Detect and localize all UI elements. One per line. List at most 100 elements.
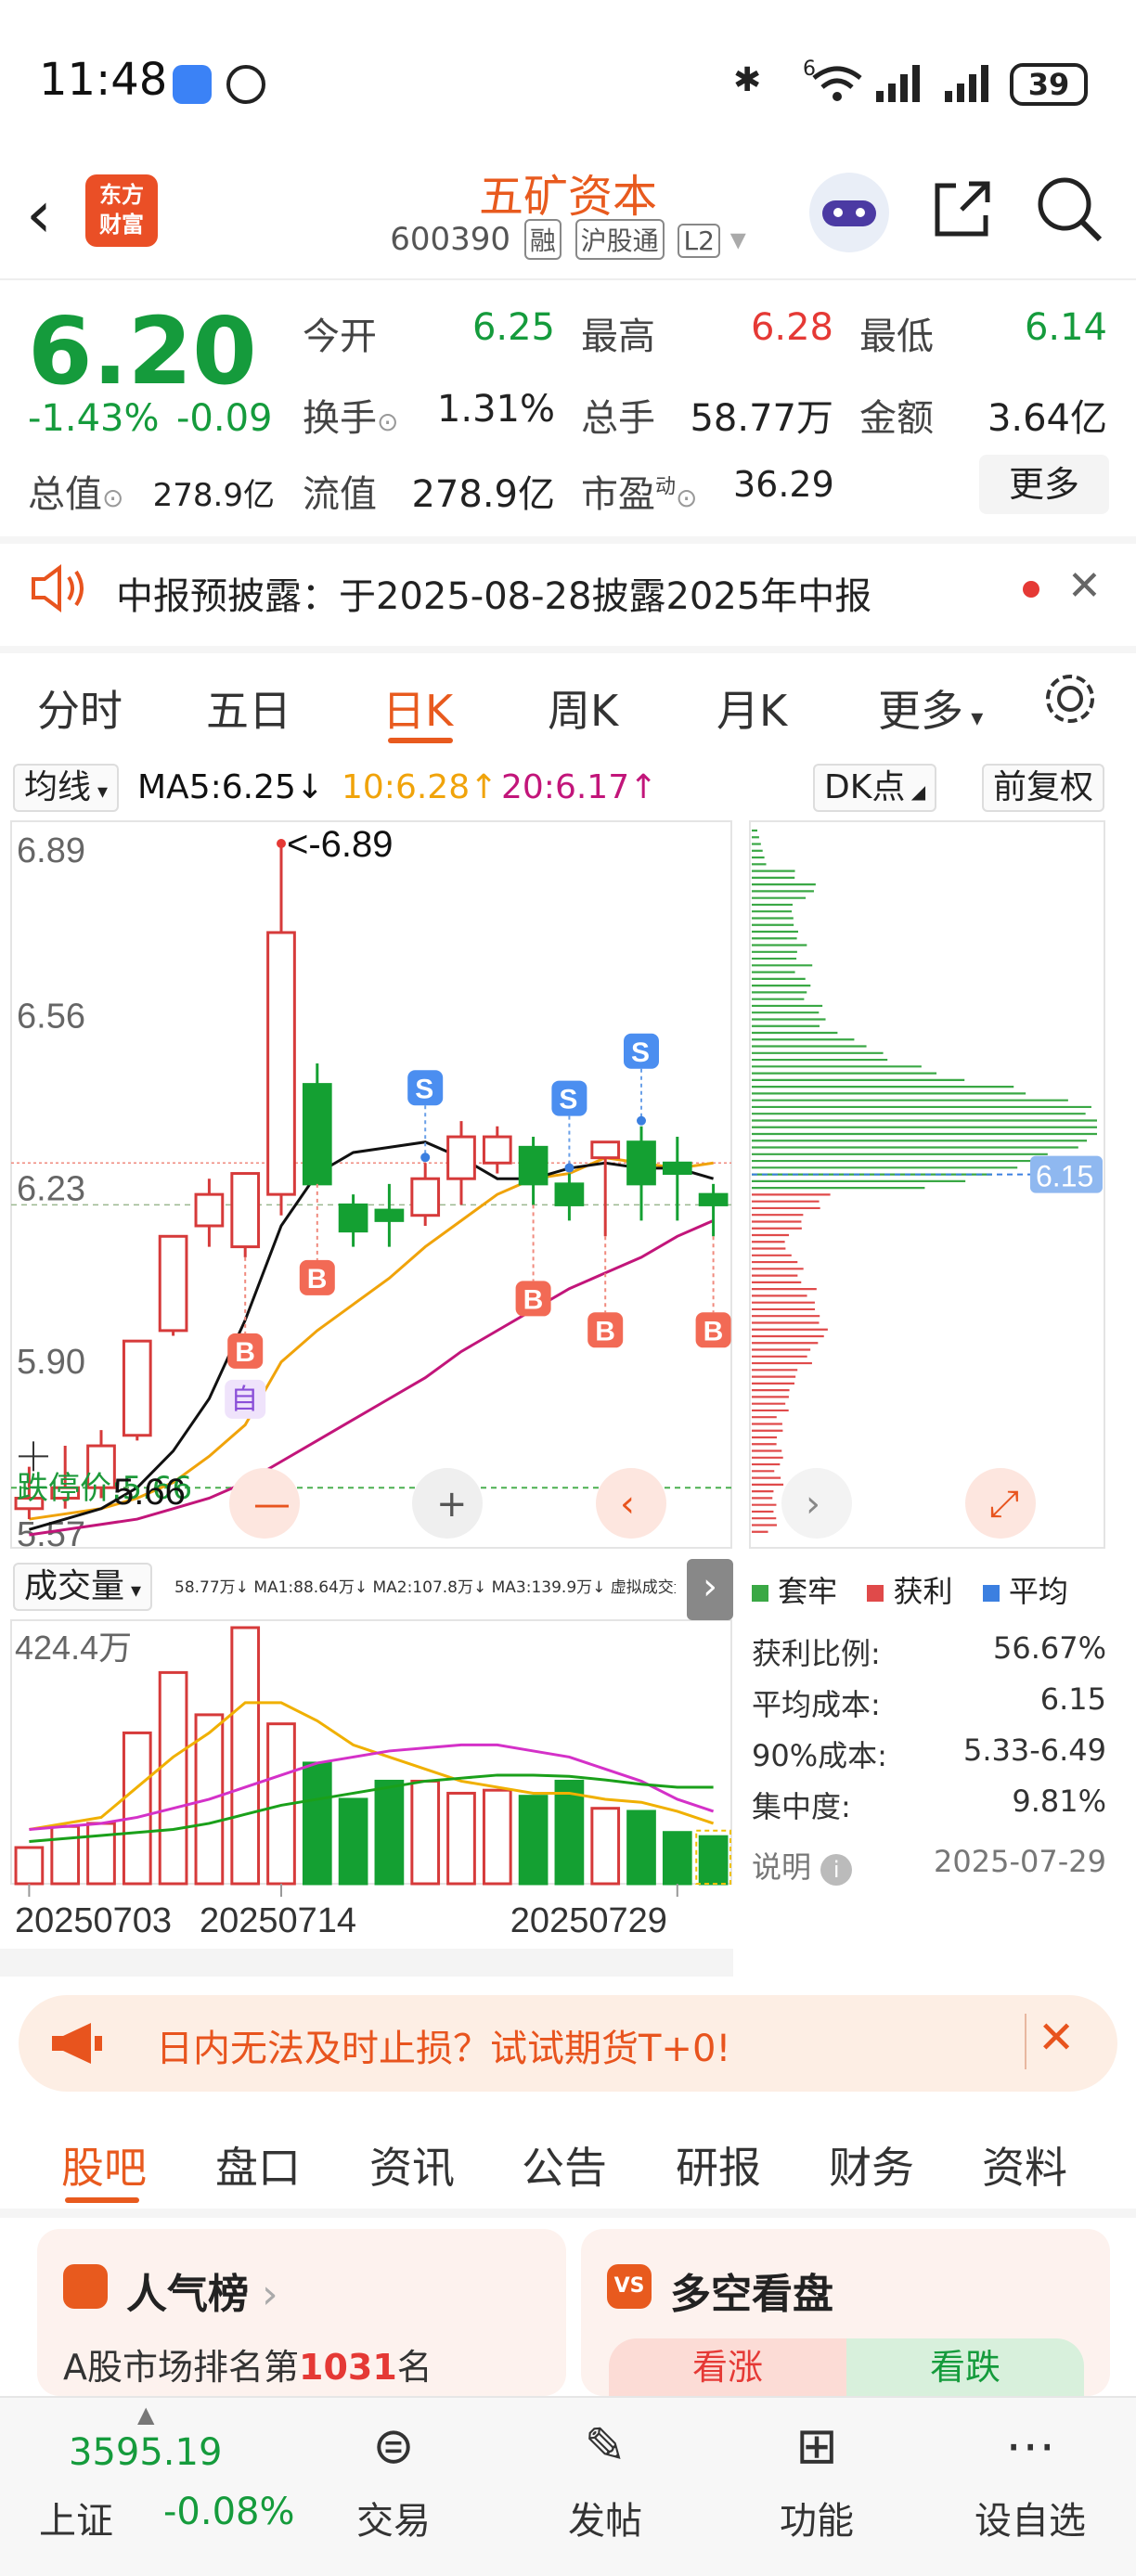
tab-five-day[interactable]: 五日	[206, 677, 291, 739]
popularity-card[interactable]: 人气榜 › A股市场排名第1031名	[37, 2229, 566, 2396]
tab-weekly-k[interactable]: 周K	[548, 677, 618, 739]
nav-post[interactable]: 发帖	[531, 2491, 679, 2544]
y-tick-label: 5.90	[17, 1343, 85, 1382]
volume-bar	[664, 1833, 691, 1884]
fullscreen-button-glyph: ⤢	[989, 1483, 1019, 1526]
tab-intraday[interactable]: 分时	[37, 677, 123, 739]
popularity-rank-text: A股市场排名第1031名	[63, 2338, 432, 2389]
expand-panel-button[interactable]: ›	[687, 1559, 733, 1620]
bear-button[interactable]: 看跌	[846, 2338, 1084, 2396]
concentration-label: 集中度:	[752, 1784, 851, 1826]
candle-body	[664, 1163, 691, 1173]
tab-more[interactable]: 更多 ▾	[878, 677, 983, 739]
candle-body	[628, 1142, 655, 1184]
profit-ratio-label: 获利比例:	[752, 1630, 881, 1673]
amount-value: 3.64亿	[956, 388, 1107, 442]
popularity-title: 人气榜 ›	[126, 2260, 278, 2320]
bluetooth-icon: ✱	[733, 61, 761, 99]
share-icon[interactable]	[928, 176, 995, 243]
index-value[interactable]: 3595.19	[69, 2431, 222, 2474]
bull-bear-card[interactable]: VS 多空看盘 看涨 看跌	[581, 2229, 1110, 2396]
volume-bar	[448, 1793, 475, 1884]
chip-date: 2025-07-29	[934, 1844, 1106, 1879]
volume-bar	[303, 1763, 330, 1884]
cost90-label: 90%成本:	[752, 1732, 887, 1775]
sell-signal-text: S	[631, 1037, 650, 1068]
settings-gear-icon[interactable]	[1041, 670, 1099, 728]
candle-body	[520, 1147, 547, 1184]
wifi-icon	[809, 61, 865, 104]
ad-text[interactable]: 日内无法及时止损？试试期货T+0!	[156, 2018, 730, 2072]
more-button[interactable]: 更多	[979, 455, 1109, 514]
chip-legend: 套牢 获利 平均	[752, 1568, 1068, 1611]
open-label: 今开	[303, 306, 377, 360]
volume-selector[interactable]: 成交量 ▾	[13, 1563, 152, 1611]
nav-functions[interactable]: 功能	[742, 2491, 891, 2544]
buy-signal-text: B	[307, 1264, 328, 1294]
tab-research[interactable]: 研报	[676, 2134, 761, 2196]
candle-body	[232, 1174, 259, 1247]
buy-signal-text: B	[523, 1284, 544, 1315]
more-dots-icon[interactable]: ⋯	[956, 2416, 1104, 2475]
volume-bar	[628, 1811, 655, 1884]
tab-profile[interactable]: 资料	[982, 2134, 1067, 2196]
ad-close-icon[interactable]: ✕	[1038, 2012, 1075, 2064]
speaker-icon	[28, 562, 87, 614]
change-percent: -1.43%	[28, 397, 160, 440]
mktcap-label[interactable]: 总值⊙	[28, 464, 123, 518]
volume-label: 总手	[581, 388, 655, 442]
close-icon[interactable]: ✕	[1067, 562, 1102, 610]
status-bar: 11:48 ✱ 6 39	[0, 0, 1136, 139]
tab-daily-k[interactable]: 日K	[382, 677, 453, 739]
tab-monthly-k[interactable]: 月K	[716, 677, 787, 739]
volume-bar	[520, 1797, 547, 1884]
pe-label[interactable]: 市盈动⊙	[581, 464, 697, 518]
candle-body	[303, 1085, 330, 1184]
stock-code: 600390	[390, 221, 510, 258]
post-edit-icon[interactable]: ✎	[531, 2416, 679, 2475]
legend-average: 平均	[1009, 1574, 1068, 1609]
nav-trade[interactable]: 交易	[319, 2491, 468, 2544]
kline-chart[interactable]: 6.896.566.235.905.57<-6.89BBSBSBSB自跌停价:5…	[0, 761, 1136, 1986]
ad-divider	[1025, 2014, 1026, 2069]
explain-link[interactable]: 说明 i	[752, 1844, 852, 1887]
turnover-label[interactable]: 换手⊙	[303, 388, 398, 442]
index-caret-icon: ▲	[137, 2402, 154, 2428]
trade-icon[interactable]: ⊜	[319, 2416, 468, 2475]
megaphone-icon	[48, 2019, 104, 2067]
search-icon[interactable]	[1035, 174, 1105, 245]
notice-text[interactable]: 中报预披露：于2025-08-28披露2025年中报	[116, 566, 871, 620]
x-axis-band	[0, 1949, 733, 1977]
y-tick-label: 6.56	[17, 997, 85, 1036]
grid-functions-icon[interactable]: ⊞	[742, 2416, 891, 2475]
high-value: 6.28	[715, 306, 833, 349]
x-tick-label: 20250714	[200, 1901, 356, 1940]
volume-bar	[412, 1781, 439, 1884]
open-value: 6.25	[436, 306, 555, 349]
nav-add-watchlist[interactable]: 设自选	[956, 2491, 1104, 2544]
unread-dot	[1023, 581, 1039, 598]
y-tick-label: 6.89	[17, 831, 85, 870]
legend-trapped: 套牢	[778, 1574, 837, 1609]
volume-bar	[592, 1809, 619, 1884]
tab-forum[interactable]: 股吧	[61, 2134, 147, 2196]
chart-bars-icon	[63, 2264, 108, 2309]
x-tick-label: 20250703	[15, 1901, 172, 1940]
volume-max-label: 424.4万	[15, 1629, 132, 1667]
volume-bar	[556, 1781, 583, 1884]
buy-signal-text: B	[235, 1337, 255, 1368]
volume-bar	[16, 1848, 43, 1884]
signal-icon-1	[874, 63, 926, 104]
battery-indicator: 39	[1010, 63, 1088, 106]
low-value: 6.14	[988, 306, 1107, 349]
assistant-avatar-icon[interactable]	[809, 173, 889, 252]
scroll-right-button-glyph: ›	[806, 1483, 820, 1526]
volume-bar	[484, 1790, 510, 1884]
tab-finance[interactable]: 财务	[829, 2134, 914, 2196]
dropdown-caret-icon: ▾	[730, 221, 746, 258]
bull-button[interactable]: 看涨	[609, 2338, 846, 2396]
tab-orderbook[interactable]: 盘口	[215, 2134, 301, 2196]
tab-news[interactable]: 资讯	[369, 2134, 455, 2196]
candle-body	[700, 1194, 727, 1204]
tab-announcements[interactable]: 公告	[522, 2134, 607, 2196]
